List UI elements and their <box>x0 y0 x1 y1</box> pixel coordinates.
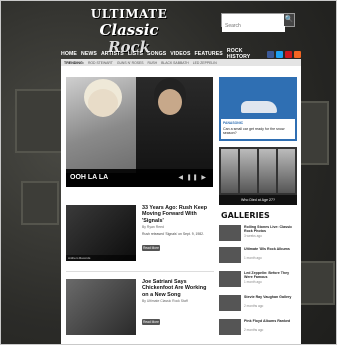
trending-link[interactable]: RUSH <box>148 61 158 65</box>
story-card: Anthem Records 33 Years Ago: Rush Keep M… <box>66 205 214 263</box>
nav-features[interactable]: FEATURES <box>195 51 223 57</box>
gallery-title[interactable]: Stevie Ray Vaughan Gallery <box>244 295 298 299</box>
site-header: ULTIMATE Classic Rock 🔍 <box>61 5 301 56</box>
story-byline: By Ryan Reed <box>142 225 164 229</box>
poll-photo <box>278 149 295 193</box>
gallery-date: 2 months ago <box>244 304 264 308</box>
trending-label: TRENDING: <box>64 60 84 65</box>
content-page: TRENDING: ROD STEWART GUNS N' ROSES RUSH… <box>61 59 301 344</box>
story-title[interactable]: Joe Satriani Says Chickenfoot Are Workin… <box>142 279 214 298</box>
gallery-title[interactable]: Ultimate '80s Rock Albums <box>244 247 298 251</box>
search-icon[interactable]: 🔍 <box>284 14 294 26</box>
nav-songs[interactable]: SONGS <box>147 51 166 57</box>
image-credit: Anthem Records <box>66 255 136 261</box>
ad-brand: PANASONIC <box>223 121 244 125</box>
page-frame: ULTIMATE Classic Rock 🔍 HOME NEWS ARTIST… <box>0 0 337 345</box>
story-card: Joe Satriani Says Chickenfoot Are Workin… <box>66 279 214 337</box>
hero-photo-left <box>66 77 144 173</box>
trending-link[interactable]: LED ZEPPELIN <box>193 61 217 65</box>
trending-link[interactable]: ROD STEWART <box>88 61 113 65</box>
nav-news[interactable]: NEWS <box>81 51 97 57</box>
gallery-item[interactable]: Rolling Stones Live: Classic Rock Photos… <box>219 225 299 245</box>
trending-bar: TRENDING: ROD STEWART GUNS N' ROSES RUSH… <box>61 59 301 66</box>
logo-classic: Classic <box>99 21 159 39</box>
social-links <box>267 50 301 58</box>
gallery-item[interactable]: Led Zeppelin: Before They Were Famous 1 … <box>219 271 299 291</box>
gallery-item[interactable]: Ultimate '80s Rock Albums 1 month ago <box>219 247 299 267</box>
search-input[interactable] <box>222 20 285 32</box>
gallery-title[interactable]: Rolling Stones Live: Classic Rock Photos <box>244 225 298 234</box>
gallery-title[interactable]: Pink Floyd Albums Ranked <box>244 319 298 323</box>
amplifier-decoration <box>21 181 59 225</box>
poll-widget[interactable]: Who Died at Age 27? <box>219 147 297 205</box>
gallery-item[interactable]: Stevie Ray Vaughan Gallery 2 months ago <box>219 295 299 315</box>
hero-slider[interactable]: OOH LA LA ◀ ❚❚ ▶ <box>66 77 213 187</box>
trending-link[interactable]: BLACK SABBATH <box>161 61 189 65</box>
story-image[interactable] <box>66 279 136 335</box>
nav-artists[interactable]: ARTISTS <box>101 51 124 57</box>
ad-text: Can a small car get ready for the snow s… <box>223 127 285 136</box>
youtube-icon[interactable] <box>285 50 292 58</box>
gallery-date: 2 months ago <box>244 328 264 332</box>
poll-photo <box>240 149 257 193</box>
hero-caption[interactable]: OOH LA LA <box>70 174 108 181</box>
gallery-thumbnail[interactable] <box>219 319 241 335</box>
site-logo[interactable]: ULTIMATE Classic Rock <box>83 7 175 56</box>
story-byline: By Ultimate Classic Rock Staff <box>142 299 188 303</box>
gallery-thumbnail[interactable] <box>219 295 241 311</box>
car-image <box>241 101 277 113</box>
rss-icon[interactable] <box>294 50 301 58</box>
poll-question[interactable]: Who Died at Age 27? <box>219 195 297 205</box>
ad-banner[interactable]: PANASONIC Can a small car get ready for … <box>219 77 297 141</box>
gallery-thumbnail[interactable] <box>219 247 241 263</box>
nav-home[interactable]: HOME <box>61 51 77 57</box>
slider-controls[interactable]: ◀ ❚❚ ▶ <box>178 174 207 181</box>
story-excerpt: Rush released 'Signals' on Sept. 9, 1982… <box>142 232 204 236</box>
facebook-icon[interactable] <box>267 50 274 58</box>
gallery-date: 3 weeks ago <box>244 234 262 238</box>
gallery-title[interactable]: Led Zeppelin: Before They Were Famous <box>244 271 298 280</box>
twitter-icon[interactable] <box>276 50 283 58</box>
nav-lists[interactable]: LISTS <box>128 51 143 57</box>
story-divider <box>66 271 214 272</box>
story-title[interactable]: 33 Years Ago: Rush Keep Moving Forward W… <box>142 205 214 224</box>
gallery-item[interactable]: Pink Floyd Albums Ranked 2 months ago <box>219 319 299 339</box>
gallery-date: 1 month ago <box>244 280 262 284</box>
poll-photo <box>221 149 238 193</box>
gallery-date: 1 month ago <box>244 256 262 260</box>
story-image[interactable]: Anthem Records <box>66 205 136 261</box>
gallery-thumbnail[interactable] <box>219 225 241 241</box>
gallery-thumbnail[interactable] <box>219 271 241 287</box>
amplifier-decoration <box>15 89 63 153</box>
logo-line-1: ULTIMATE <box>90 7 168 21</box>
main-nav: HOME NEWS ARTISTS LISTS SONGS VIDEOS FEA… <box>61 48 301 60</box>
read-more-button[interactable]: Read More <box>142 319 160 325</box>
poll-photo <box>259 149 276 193</box>
read-more-button[interactable]: Read More <box>142 245 160 251</box>
galleries-heading: GALLERIES <box>221 211 270 220</box>
search-box: 🔍 <box>221 13 295 32</box>
nav-videos[interactable]: VIDEOS <box>170 51 190 57</box>
trending-link[interactable]: GUNS N' ROSES <box>117 61 144 65</box>
hero-photo-right <box>136 77 213 173</box>
